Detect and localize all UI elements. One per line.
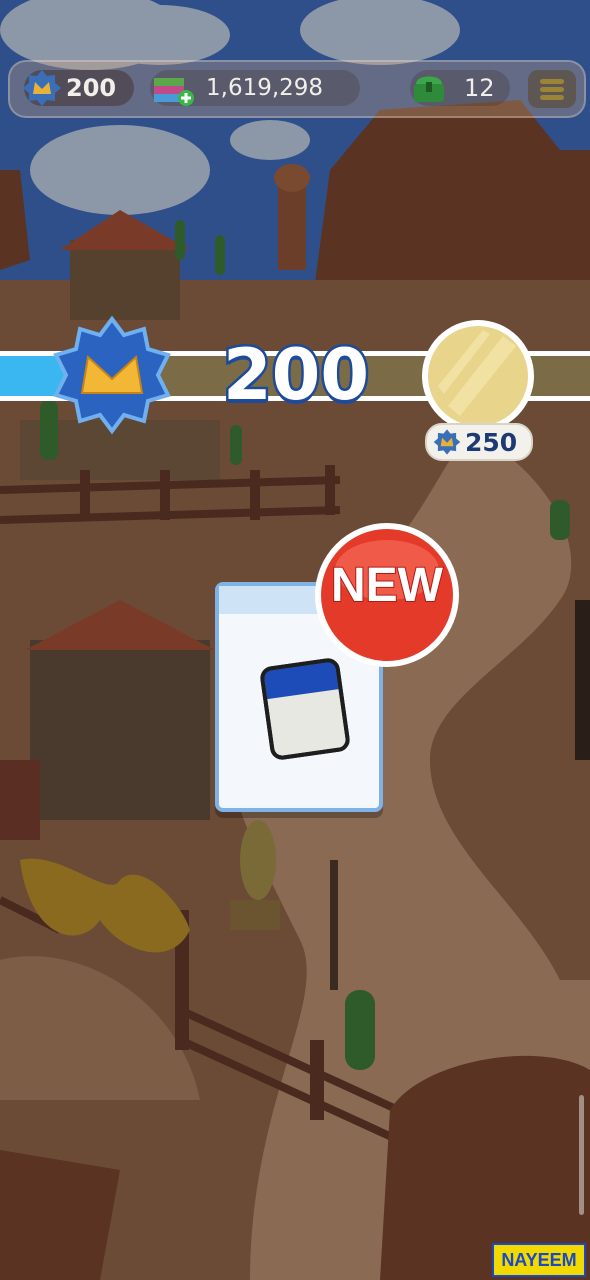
chests-count: 12 bbox=[464, 74, 495, 102]
cash-stack-icon bbox=[154, 78, 194, 106]
hamburger-menu-icon[interactable] bbox=[528, 70, 576, 108]
chests-counter[interactable]: 12 bbox=[410, 70, 510, 106]
player-level: 200 bbox=[220, 332, 371, 419]
level-badge-icon bbox=[53, 315, 171, 435]
reward-cost-badge: 250 bbox=[425, 423, 533, 461]
watermark-label: NAYEEM bbox=[492, 1243, 586, 1277]
green-chest-icon bbox=[414, 76, 444, 102]
cash-counter[interactable]: 1,619,298 bbox=[150, 70, 360, 106]
blank-card-icon bbox=[260, 658, 350, 760]
star-badge-icon bbox=[433, 429, 461, 455]
stars-counter[interactable]: 200 bbox=[23, 70, 134, 106]
reward-cost: 250 bbox=[465, 427, 518, 457]
new-label: NEW bbox=[330, 558, 444, 613]
cash-amount: 1,619,298 bbox=[206, 75, 324, 101]
stars-count: 200 bbox=[66, 74, 117, 102]
scrollbar[interactable] bbox=[579, 1095, 584, 1215]
gold-coin-icon[interactable] bbox=[418, 316, 538, 436]
star-badge-icon bbox=[23, 70, 61, 106]
top-resource-bar: 200 1,619,298 12 bbox=[8, 60, 586, 118]
